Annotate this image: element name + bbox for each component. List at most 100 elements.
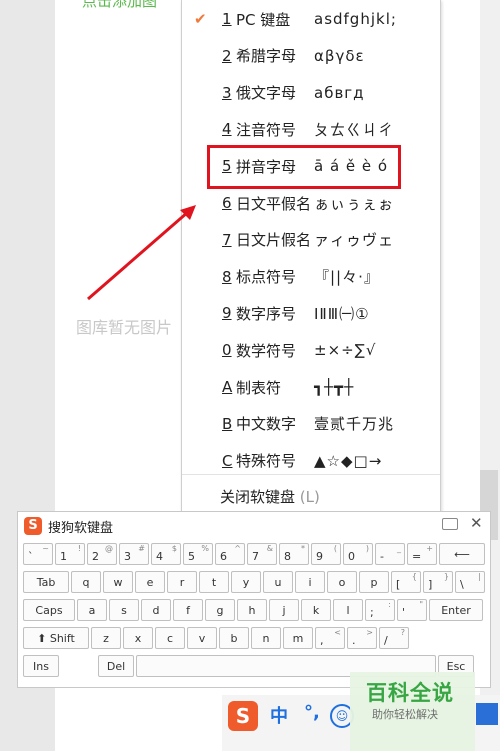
key[interactable]: Enter [429,599,483,621]
key[interactable]: ⟵ [439,543,485,565]
key-label: 7 [252,550,259,563]
key[interactable]: % 5 [183,543,213,565]
key[interactable]: @2 [87,543,117,565]
key-shift-label: ~ [42,544,49,553]
key[interactable]: l [333,599,363,621]
key[interactable]: p [359,571,389,593]
key[interactable]: n [251,627,281,649]
watermark-subtitle: 助你轻松解决 [372,708,438,721]
key[interactable]: y [231,571,261,593]
key[interactable]: j [269,599,299,621]
key[interactable]: o [327,571,357,593]
key[interactable]: r [167,571,197,593]
key[interactable]: * 8 [279,543,309,565]
key[interactable]: Caps [23,599,75,621]
key[interactable]: _ - [375,543,405,565]
key[interactable]: (9 [311,543,341,565]
key[interactable]: " ' [397,599,427,621]
key-label: a [88,604,96,617]
key[interactable]: q [71,571,101,593]
key[interactable]: a [77,599,107,621]
key[interactable]: Ins [23,655,59,677]
key[interactable]: h [237,599,267,621]
key-label: 6 [220,550,227,563]
key-label: n [262,632,270,645]
keyboard-switch-icon[interactable] [442,518,458,530]
key[interactable]: Del [98,655,134,677]
key[interactable]: ⬆ Shift [23,627,89,649]
key-label: z [103,632,109,645]
key-label: Enter [441,604,471,617]
key[interactable]: ^ 6 [215,543,245,565]
key-label: ⬆ Shift [37,632,75,645]
key-shift-label: < [334,628,341,637]
key[interactable]: >. [347,627,377,649]
sogou-ime-logo-icon[interactable]: S [228,701,258,731]
key[interactable]: x [123,627,153,649]
key[interactable]: + = [407,543,437,565]
key-shift-label: * [301,544,305,553]
key-label: i [308,576,312,589]
key-label: y [242,576,250,589]
key[interactable]: ! 1 [55,543,85,565]
key[interactable]: $4 [151,543,181,565]
key[interactable]: t [199,571,229,593]
key-label: x [134,632,142,645]
key-label: \ [460,578,464,591]
key[interactable]: :; [365,599,395,621]
key[interactable]: c [155,627,185,649]
key-label: v [198,632,206,645]
key-label: 5 [188,550,195,563]
key[interactable]: }] [423,571,453,593]
key[interactable]: k [301,599,331,621]
key-label: - [380,550,384,563]
punctuation-toggle[interactable]: °, [304,702,320,723]
key-label: 1 [60,550,67,563]
soft-keyboard-window: S 搜狗软键盘 ✕ ~ `! 1 @2 #3 $4% 5 ^ 6 & 7 * 8(9) 0 _ - + = ⟵ Tab… [17,511,491,688]
key-label: 9 [316,550,323,563]
key-label: p [370,576,378,589]
key[interactable]: m [283,627,313,649]
key[interactable]: f [173,599,203,621]
key-label: t [211,576,217,589]
key[interactable]: <, [315,627,345,649]
key[interactable]: b [219,627,249,649]
key[interactable]: {[ [391,571,421,593]
key-label: e [146,576,154,589]
key[interactable]: g [205,599,235,621]
key[interactable]: d [141,599,171,621]
key[interactable]: u [263,571,293,593]
key-shift-label: ! [77,544,81,553]
key-label: 0 [348,550,355,563]
key-shift-label: & [266,544,273,553]
tile-icon[interactable] [476,703,498,725]
key[interactable]: v [187,627,217,649]
key[interactable]: ~ ` [23,543,53,565]
watermark: 百科全说 助你轻松解决 [350,672,475,751]
key[interactable]: i [295,571,325,593]
key[interactable]: z [91,627,121,649]
ime-mode-toggle[interactable]: 中 [270,702,288,728]
key[interactable]: | \ [455,571,485,593]
key[interactable]: e [135,571,165,593]
key-label: m [292,632,304,645]
key[interactable]: s [109,599,139,621]
key-shift-label: { [411,572,417,581]
key-label: 4 [156,550,163,563]
key-label: 8 [284,550,291,563]
key[interactable]: & 7 [247,543,277,565]
key-shift-label: ) [365,544,369,553]
keyboard-titlebar[interactable]: S 搜狗软键盘 [24,515,113,537]
key[interactable]: Tab [23,571,69,593]
key[interactable]: ) 0 [343,543,373,565]
key-shift-label: } [443,572,449,581]
keyboard-close-button[interactable]: ✕ [470,514,483,532]
key-shift-label: @ [105,544,113,553]
key-label: r [179,576,185,589]
key[interactable]: #3 [119,543,149,565]
key[interactable]: w [103,571,133,593]
key-label: Ins [33,660,49,673]
key-label: / [384,634,388,647]
key[interactable]: ? / [379,627,409,649]
key-label: Del [106,660,126,673]
